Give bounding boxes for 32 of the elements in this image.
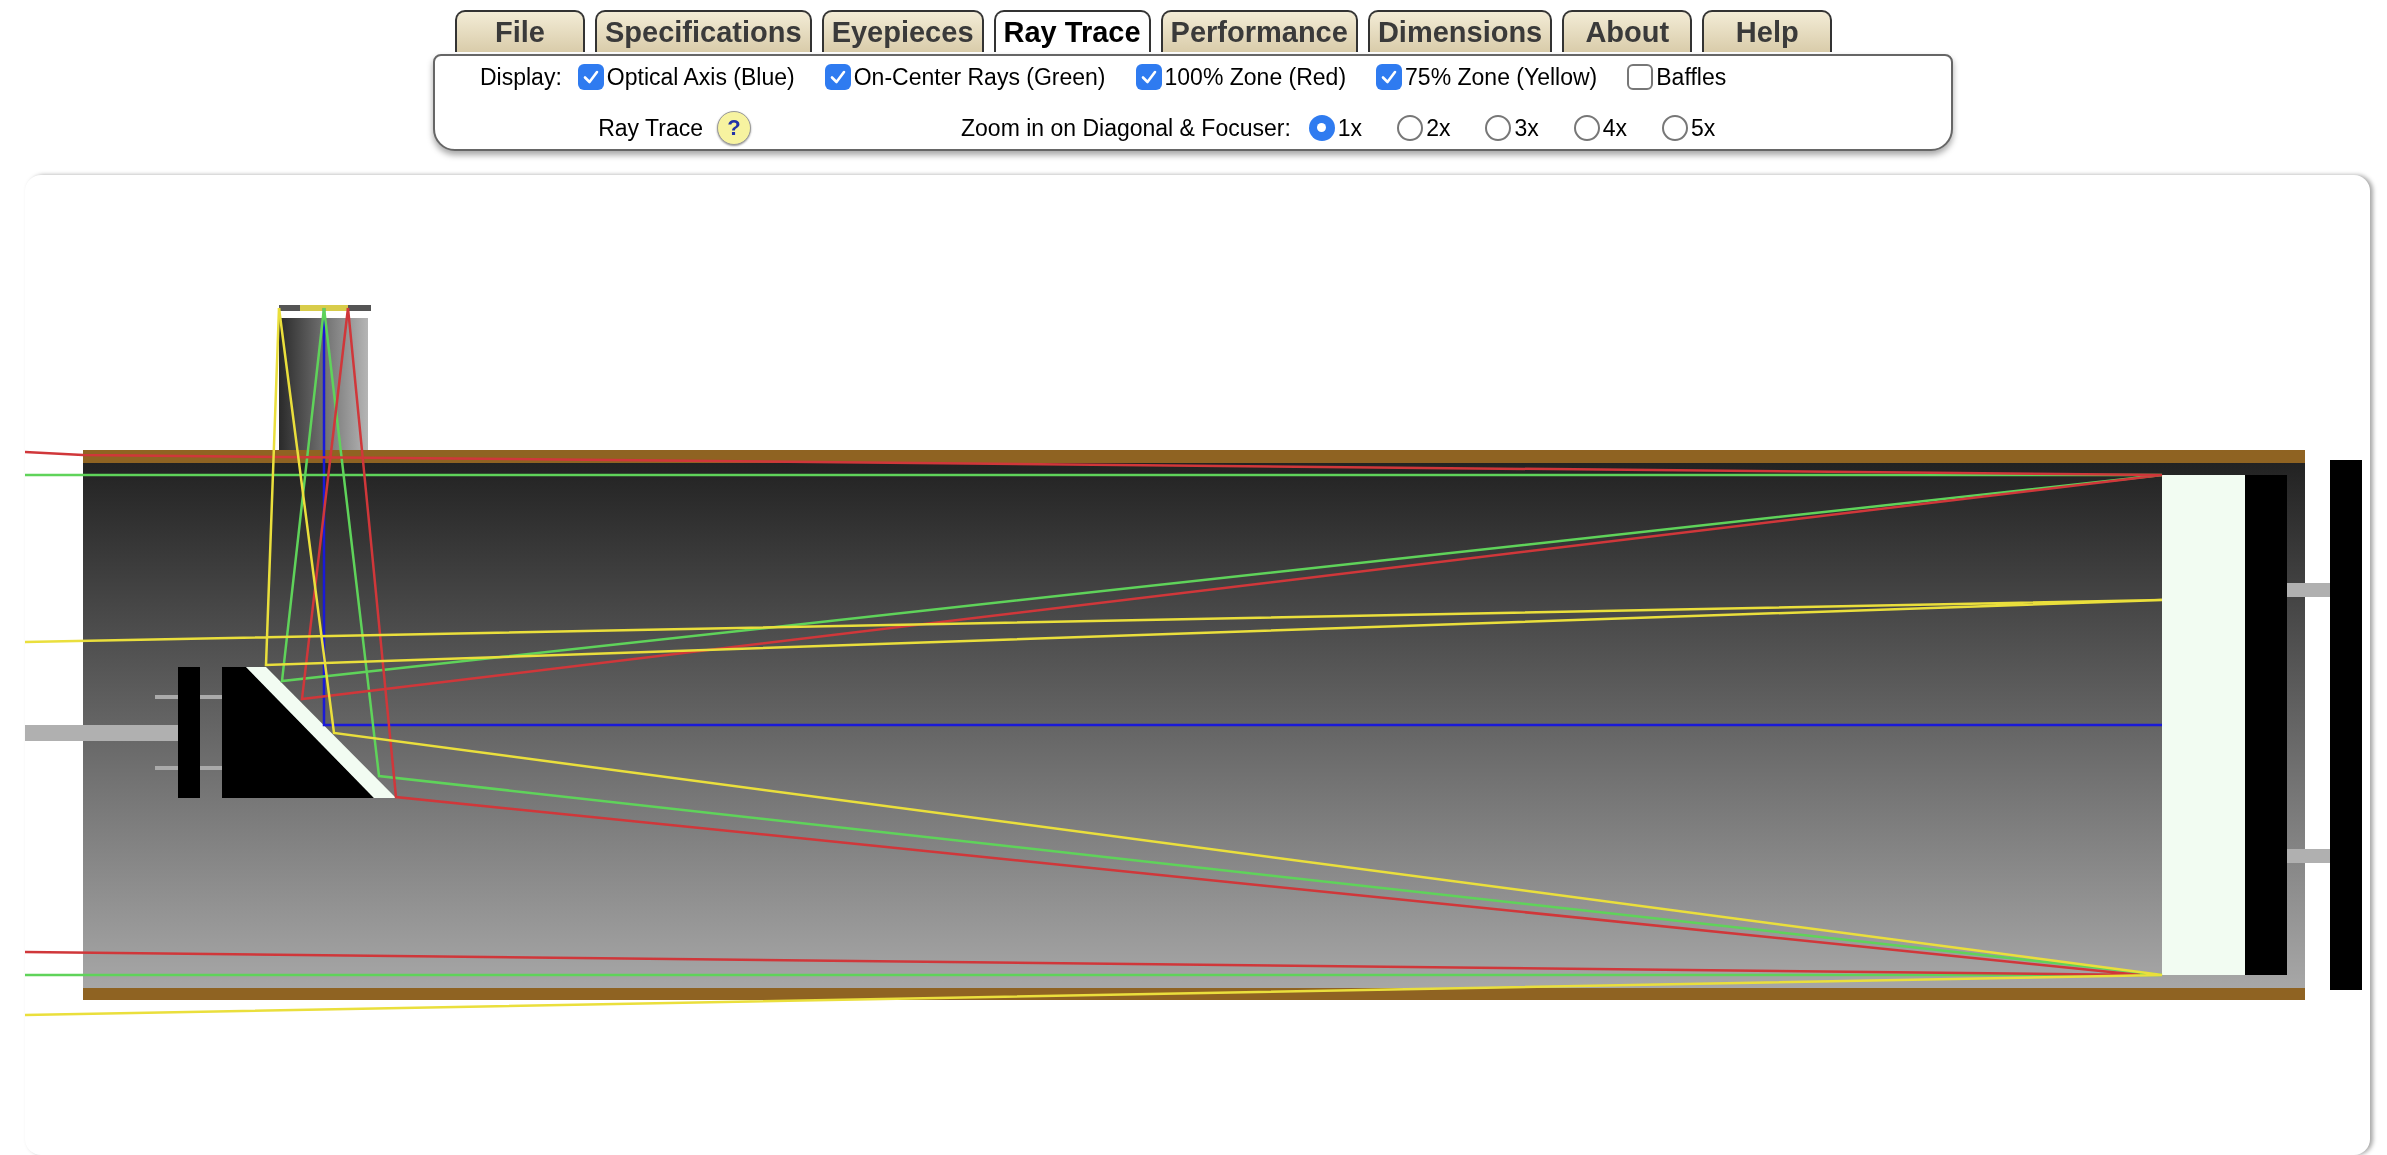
- checkbox[interactable]: [1376, 64, 1403, 91]
- checkbox[interactable]: [824, 64, 851, 91]
- radio-button[interactable]: [1485, 114, 1512, 141]
- checkbox-label[interactable]: 75% Zone (Yellow): [1405, 60, 1598, 95]
- radio-button[interactable]: [1397, 114, 1424, 141]
- tab[interactable]: Ray Trace: [993, 10, 1151, 52]
- tab[interactable]: Dimensions: [1367, 10, 1553, 52]
- checkbox[interactable]: [1627, 64, 1654, 91]
- radio-label[interactable]: 1x: [1337, 110, 1363, 145]
- radio-label[interactable]: 5x: [1691, 110, 1716, 145]
- radio-label[interactable]: 2x: [1426, 110, 1451, 145]
- radio-button[interactable]: [1662, 114, 1688, 141]
- ray-trace-label: Ray Trace: [598, 113, 703, 143]
- tab[interactable]: Performance: [1160, 10, 1358, 52]
- tab[interactable]: About: [1562, 10, 1693, 52]
- checkbox-label[interactable]: Baffles: [1656, 60, 1727, 95]
- radio-label[interactable]: 4x: [1602, 110, 1627, 145]
- tab[interactable]: File: [455, 10, 585, 52]
- tab[interactable]: Eyepieces: [821, 10, 984, 52]
- radio-button[interactable]: [1308, 114, 1335, 141]
- checkbox[interactable]: [1135, 64, 1162, 91]
- radio-label[interactable]: 3x: [1514, 110, 1539, 145]
- help-button[interactable]: ?: [717, 110, 751, 145]
- checkbox-label[interactable]: 100% Zone (Red): [1164, 60, 1347, 95]
- zoom-label: Zoom in on Diagonal & Focuser:: [961, 113, 1291, 143]
- display-label: Display:: [480, 63, 562, 92]
- checkbox-label[interactable]: Optical Axis (Blue): [606, 60, 795, 95]
- tab[interactable]: Help: [1702, 10, 1833, 52]
- tab[interactable]: Specifications: [595, 10, 812, 52]
- radio-button[interactable]: [1573, 114, 1600, 141]
- checkbox[interactable]: [577, 64, 604, 91]
- checkbox-label[interactable]: On-Center Rays (Green): [853, 60, 1106, 95]
